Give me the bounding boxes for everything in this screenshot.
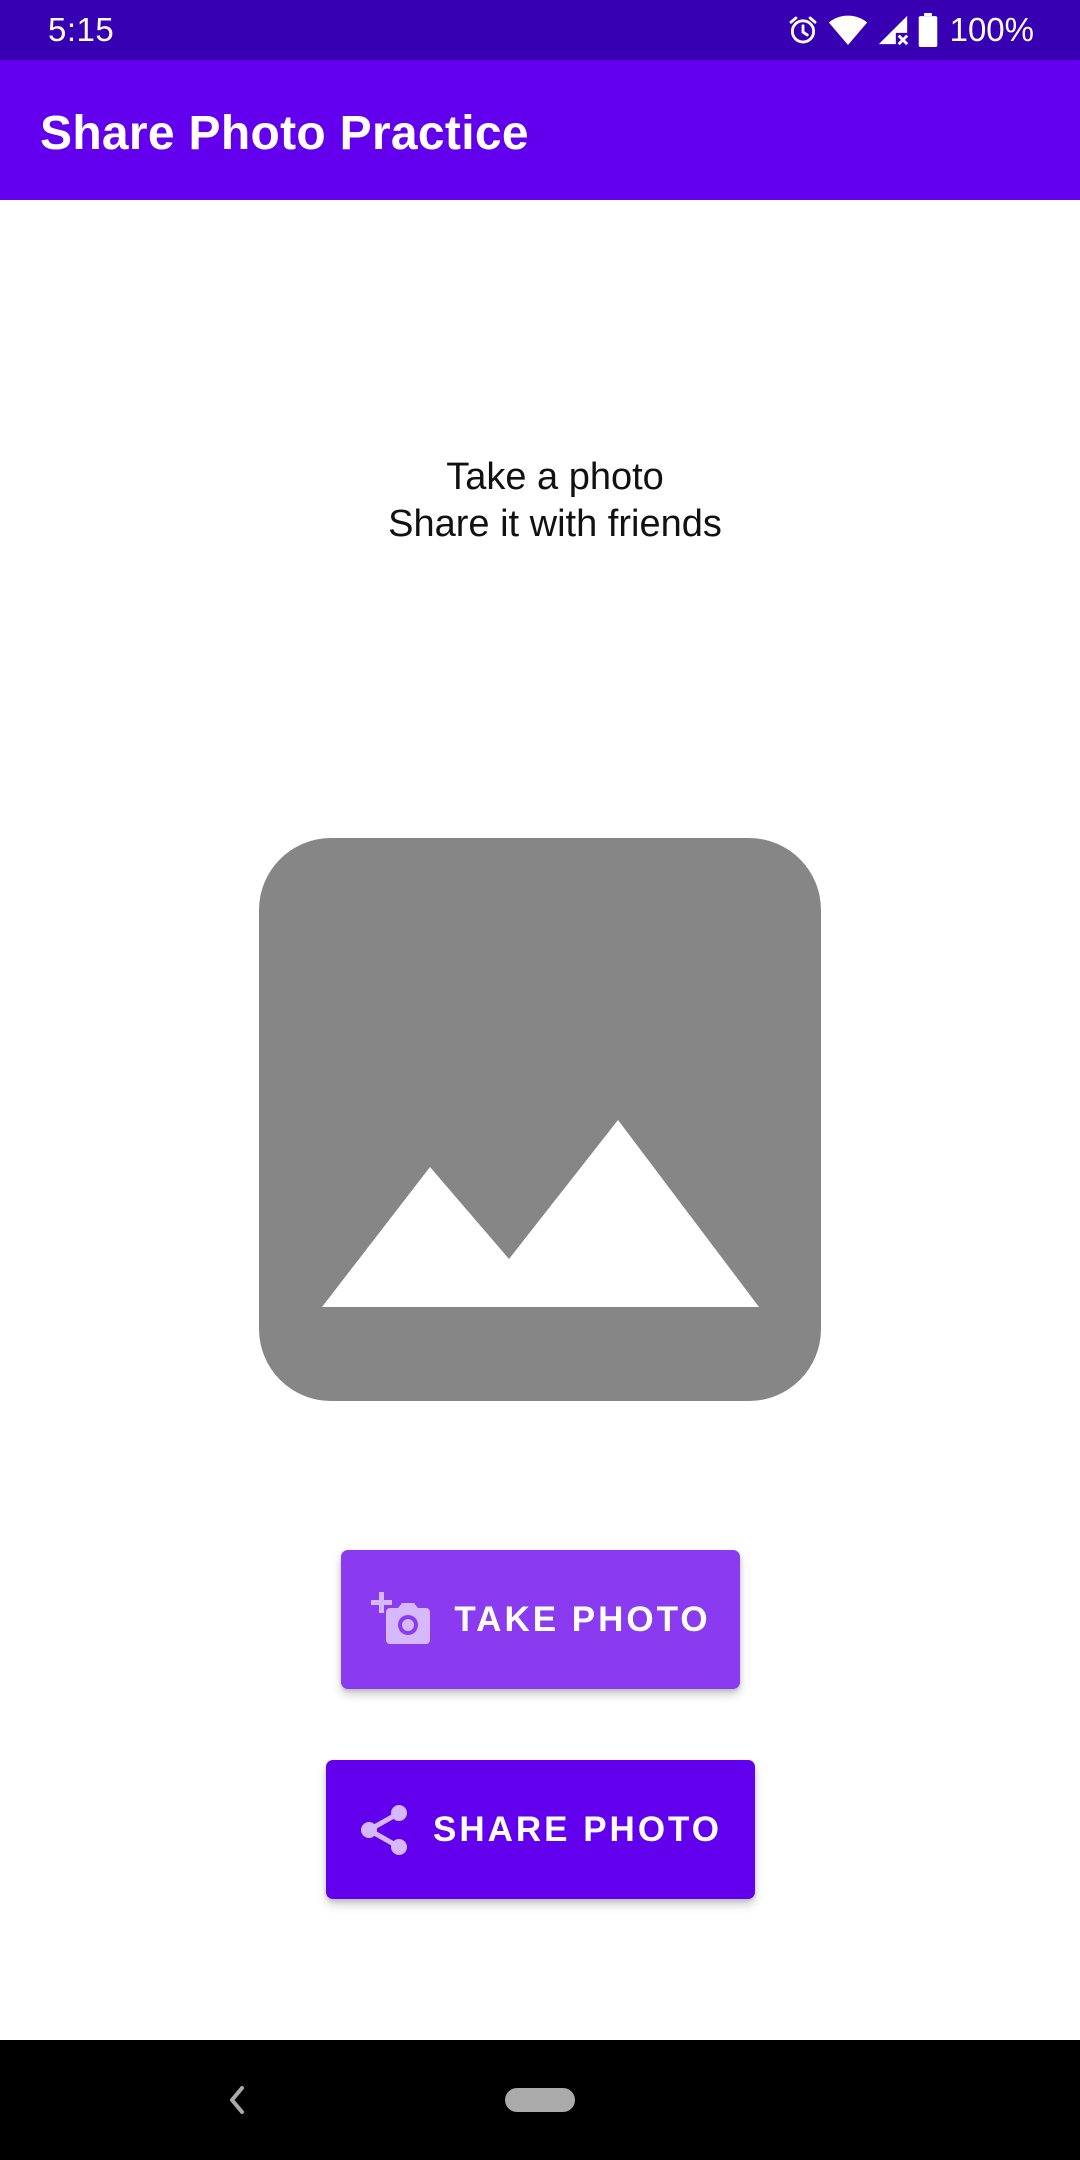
take-photo-button[interactable]: TAKE PHOTO [341, 1550, 740, 1689]
navigation-bar [0, 2040, 1080, 2160]
share-icon [359, 1803, 409, 1857]
share-photo-label: SHARE PHOTO [432, 1809, 723, 1849]
back-icon[interactable] [224, 2082, 248, 2123]
take-photo-label: TAKE PHOTO [454, 1599, 711, 1639]
status-icons: 100% [786, 10, 1034, 50]
app-bar: Share Photo Practice [0, 60, 1080, 200]
status-bar: 5:15 100% [0, 0, 1080, 60]
image-placeholder-icon [259, 838, 821, 1401]
alarm-icon [786, 13, 820, 47]
add-camera-icon [370, 1591, 431, 1648]
screen: 5:15 100% Share Photo Practice Take a ph… [0, 0, 1080, 2160]
wifi-icon [828, 13, 868, 47]
instruction-line-2: Share it with friends [388, 503, 722, 545]
instruction-line-1: Take a photo [446, 456, 664, 498]
signal-icon [876, 13, 910, 47]
share-photo-button[interactable]: SHARE PHOTO [326, 1760, 755, 1899]
status-time: 5:15 [48, 11, 115, 48]
battery-icon [918, 13, 938, 47]
instruction-text: Take a photo Share it with friends [0, 454, 1080, 548]
battery-percentage: 100% [949, 11, 1034, 48]
app-title: Share Photo Practice [40, 107, 529, 160]
home-pill-icon[interactable] [505, 2088, 575, 2112]
